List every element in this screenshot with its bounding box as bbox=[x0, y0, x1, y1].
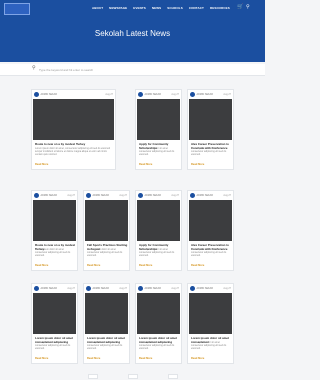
card-image[interactable] bbox=[189, 99, 232, 140]
news-card[interactable]: ADMIN SEKAR Aug 27 Alex Career Preservat… bbox=[187, 190, 234, 271]
news-card[interactable]: ADMIN SEKAR Aug 27 Route to new on a by … bbox=[31, 190, 78, 271]
read-more-link[interactable]: Read More bbox=[191, 357, 204, 360]
news-card[interactable]: ADMIN SEKAR Aug 27 Fall Sports Practices… bbox=[83, 190, 130, 271]
card-date: Aug 27 bbox=[67, 194, 75, 197]
card-date: Aug 27 bbox=[67, 287, 75, 290]
card-author: ADMIN SEKAR bbox=[144, 287, 161, 290]
card-date: Aug 27 bbox=[171, 93, 179, 96]
search-input[interactable]: Type the keyword and hit enter to search bbox=[39, 68, 93, 72]
card-date: Aug 27 bbox=[223, 287, 231, 290]
card-author: ADMIN SEKAR bbox=[40, 287, 57, 290]
card-date: Aug 27 bbox=[223, 194, 231, 197]
card-image[interactable] bbox=[137, 200, 180, 241]
search-icon: ⚲ bbox=[32, 65, 36, 71]
nav-item-news[interactable]: NEWS bbox=[152, 6, 161, 10]
card-image[interactable] bbox=[33, 200, 76, 241]
card-image[interactable] bbox=[33, 293, 76, 334]
card-excerpt: Lorem ipsum dolor sit amet consectetur a… bbox=[191, 341, 227, 350]
news-card[interactable]: ADMIN SEKAR Aug 27 Apply for Community S… bbox=[135, 89, 182, 170]
card-excerpt: Lorem ipsum dolor sit amet consectetur a… bbox=[87, 341, 123, 350]
avatar bbox=[190, 193, 195, 198]
read-more-link[interactable]: Read More bbox=[35, 264, 48, 267]
search-bar[interactable]: ⚲ Type the keyword and hit enter to sear… bbox=[0, 64, 265, 76]
avatar bbox=[34, 193, 39, 198]
search-icon[interactable]: ⚲ bbox=[246, 5, 250, 10]
pagination-prev-button[interactable] bbox=[88, 374, 98, 379]
read-more-link[interactable]: Read More bbox=[35, 357, 48, 360]
nav-item-events[interactable]: EVENTS bbox=[133, 6, 146, 10]
card-author: ADMIN SEKAR bbox=[196, 194, 213, 197]
nav-item-about[interactable]: ABOUT bbox=[92, 6, 103, 10]
read-more-link[interactable]: Read More bbox=[139, 264, 152, 267]
card-excerpt: Lorem ipsum dolor sit amet consectetur a… bbox=[139, 248, 175, 257]
card-date: Aug 27 bbox=[171, 194, 179, 197]
card-author: ADMIN SEKAR bbox=[144, 194, 161, 197]
avatar bbox=[86, 286, 91, 291]
read-more-link[interactable]: Read More bbox=[35, 163, 48, 166]
read-more-link[interactable]: Read More bbox=[191, 163, 204, 166]
avatar bbox=[138, 193, 143, 198]
card-date: Aug 27 bbox=[119, 287, 127, 290]
card-author: ADMIN SEKAR bbox=[92, 287, 109, 290]
site-logo[interactable] bbox=[4, 3, 30, 15]
card-date: Aug 27 bbox=[223, 93, 231, 96]
card-author: ADMIN SEKAR bbox=[40, 93, 57, 96]
card-author: ADMIN SEKAR bbox=[40, 194, 57, 197]
avatar bbox=[86, 193, 91, 198]
avatar bbox=[190, 92, 195, 97]
avatar bbox=[34, 286, 39, 291]
nav-item-resources[interactable]: RESOURCES bbox=[210, 6, 230, 10]
read-more-link[interactable]: Read More bbox=[87, 264, 100, 267]
card-author: ADMIN SEKAR bbox=[196, 287, 213, 290]
card-author: ADMIN SEKAR bbox=[144, 93, 161, 96]
nav-item-contact[interactable]: CONTACT bbox=[189, 6, 204, 10]
read-more-link[interactable]: Read More bbox=[139, 357, 152, 360]
card-excerpt: Lorem ipsum dolor sit amet consectetur a… bbox=[87, 248, 123, 257]
card-date: Aug 27 bbox=[105, 93, 113, 96]
avatar bbox=[138, 286, 143, 291]
news-card[interactable]: ADMIN SEKAR Aug 27 Lorem ipsum dolor sit… bbox=[83, 283, 130, 364]
main-nav: ABOUT NEWSPAGE EVENTS NEWS SCHOOLS CONTA… bbox=[92, 6, 230, 10]
avatar bbox=[34, 92, 39, 97]
card-image[interactable] bbox=[189, 293, 232, 334]
nav-item-newspage[interactable]: NEWSPAGE bbox=[109, 6, 127, 10]
pagination-page-button[interactable] bbox=[128, 374, 138, 379]
news-card[interactable]: ADMIN SEKAR Aug 27 Alex Career Preservat… bbox=[187, 89, 234, 170]
card-image[interactable] bbox=[137, 99, 180, 140]
card-excerpt: Lorem ipsum dolor sit amet consectetur a… bbox=[35, 248, 71, 257]
pagination-next-button[interactable] bbox=[168, 374, 178, 379]
card-image[interactable] bbox=[189, 200, 232, 241]
avatar bbox=[138, 92, 143, 97]
card-title[interactable]: Route to new on a by modest Turkey bbox=[35, 142, 114, 147]
news-card[interactable]: ADMIN SEKAR Aug 27 Lorem ipsum dolor sit… bbox=[135, 283, 182, 364]
card-excerpt: Lorem ipsum dolor sit amet consectetur a… bbox=[191, 248, 227, 257]
read-more-link[interactable]: Read More bbox=[139, 163, 152, 166]
read-more-link[interactable]: Read More bbox=[87, 357, 100, 360]
page-title: Sekolah Latest News bbox=[94, 29, 171, 38]
card-image[interactable] bbox=[85, 200, 128, 241]
card-date: Aug 27 bbox=[171, 287, 179, 290]
card-image[interactable] bbox=[137, 293, 180, 334]
card-author: ADMIN SEKAR bbox=[92, 194, 109, 197]
news-card[interactable]: ADMIN SEKAR Aug 27 Lorem ipsum dolor sit… bbox=[31, 283, 78, 364]
card-image[interactable] bbox=[33, 99, 114, 140]
card-date: Aug 27 bbox=[119, 194, 127, 197]
cart-icon[interactable]: 🛒 bbox=[237, 5, 243, 10]
nav-item-schools[interactable]: SCHOOLS bbox=[167, 6, 183, 10]
card-excerpt: Lorem ipsum dolor sit amet consectetur a… bbox=[35, 341, 71, 350]
news-card[interactable]: ADMIN SEKAR Aug 27 Lorem ipsum dolor sit… bbox=[187, 283, 234, 364]
news-card[interactable]: ADMIN SEKAR Aug 27 Apply for Community S… bbox=[135, 190, 182, 271]
card-author: ADMIN SEKAR bbox=[196, 93, 213, 96]
avatar bbox=[190, 286, 195, 291]
card-excerpt: Lorem ipsum dolor sit amet consectetur a… bbox=[139, 341, 175, 350]
news-card[interactable]: ADMIN SEKAR Aug 27 Route to new on a by … bbox=[31, 89, 116, 170]
card-excerpt: Lorem ipsum dolor sit amet consectetur a… bbox=[139, 147, 175, 156]
card-excerpt: Lorem ipsum dolor sit amet, consectetur … bbox=[35, 147, 111, 156]
hero-header: ABOUT NEWSPAGE EVENTS NEWS SCHOOLS CONTA… bbox=[0, 0, 265, 62]
read-more-link[interactable]: Read More bbox=[191, 264, 204, 267]
card-image[interactable] bbox=[85, 293, 128, 334]
card-excerpt: Lorem ipsum dolor sit amet consectetur a… bbox=[191, 147, 227, 156]
